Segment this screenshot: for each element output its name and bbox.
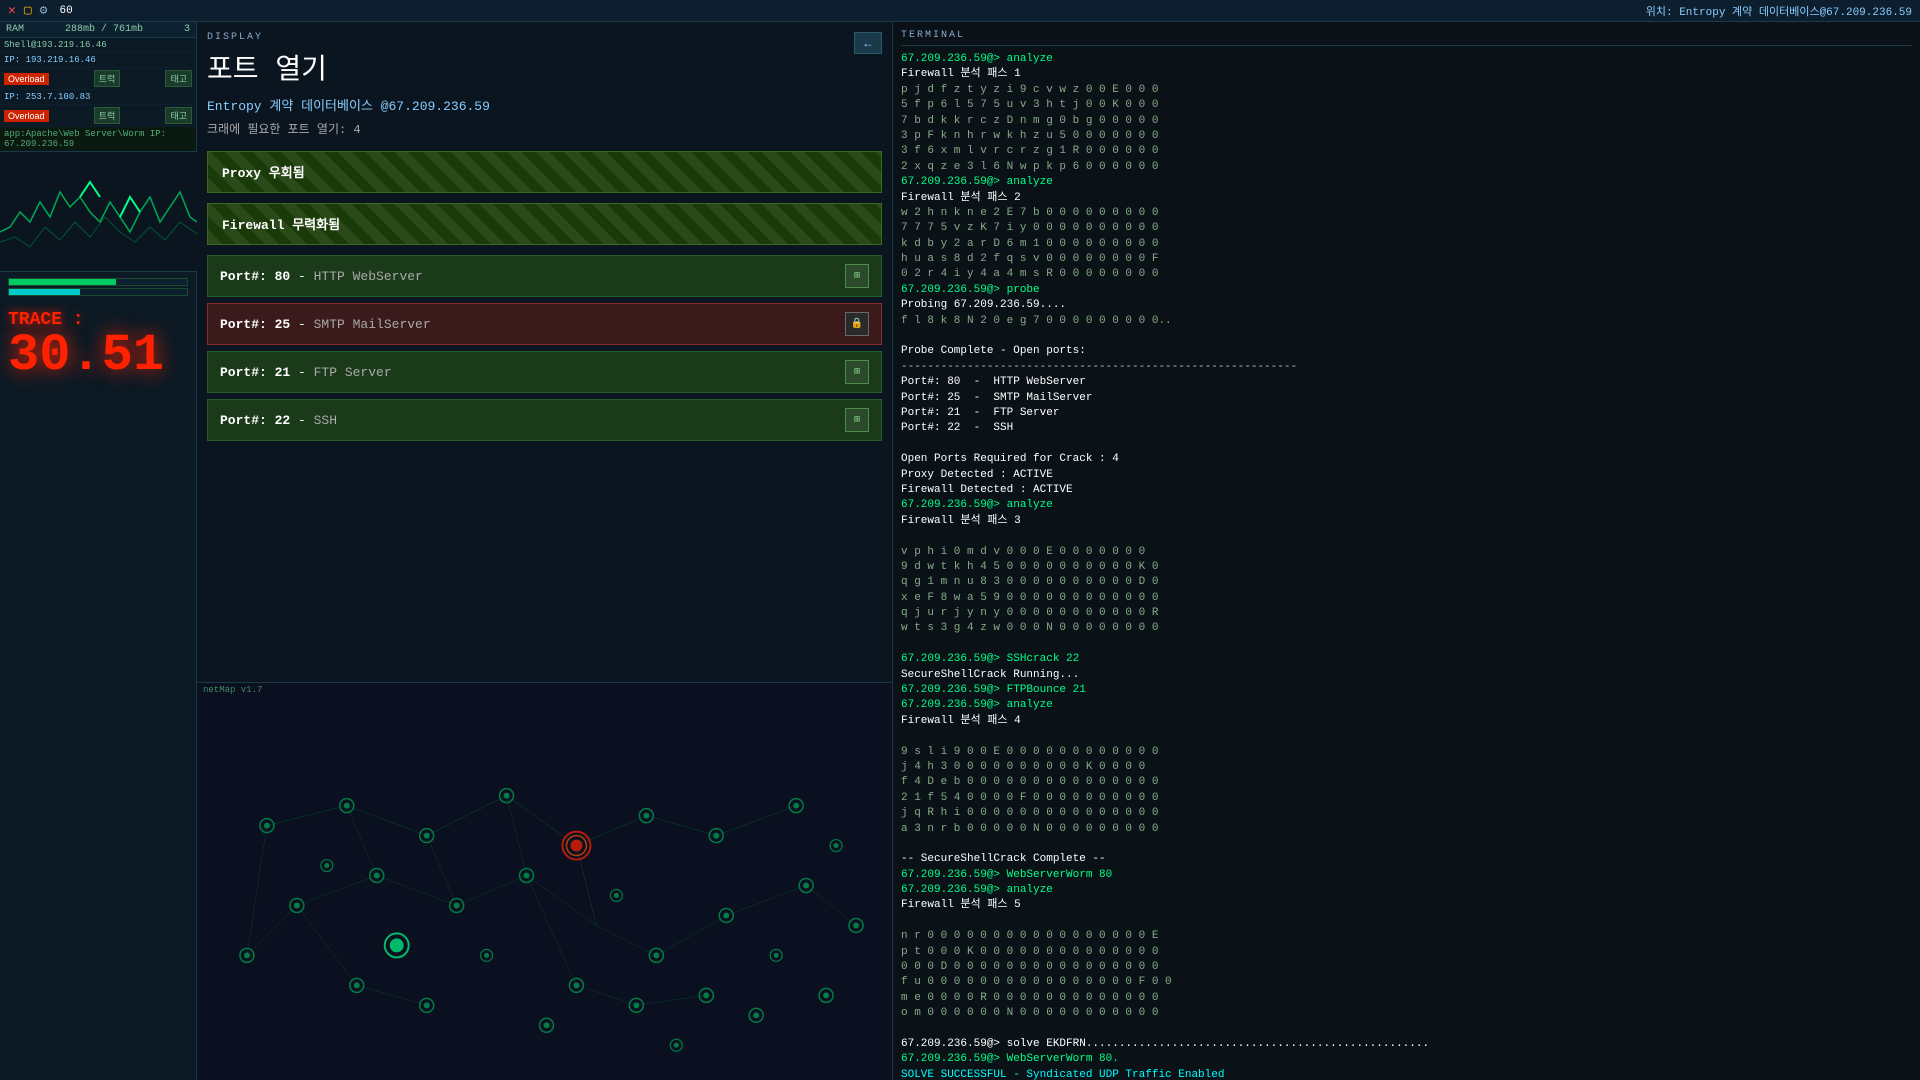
terminal-label: TERMINAL [901,30,1912,46]
port-item-21[interactable]: Port#: 21 - FTP Server ⊞ [207,351,882,393]
ram-used: 288mb / 761mb [65,24,143,35]
topbar-counter: 60 [59,5,72,17]
port-80-text: Port#: 80 - HTTP WebServer [220,269,423,284]
shell2-status-btn[interactable]: 태고 [165,107,192,124]
topbar-left: ✕ ▢ ⚙ 60 [8,3,73,18]
display-label: DISPLAY [207,32,882,43]
shell1-terminal-btn[interactable]: 트럭 [94,70,121,87]
port-item-80[interactable]: Port#: 80 - HTTP WebServer ⊞ [207,255,882,297]
shell1-buttons: Overload 트럭 태고 [0,68,196,90]
progress-fill-2 [9,289,80,295]
shell1-overload-btn[interactable]: Overload [4,73,49,85]
app-info: app:Apache\Web Server\Worm IP: 67.209.23… [0,127,196,152]
progress-bar-1 [8,278,188,286]
terminal-output: 67.209.236.59@> analyze Firewall 분석 패스 1… [901,52,1912,1080]
port-21-icon: ⊞ [845,360,869,384]
minimize-icon[interactable]: ▢ [24,3,32,18]
trace-value: 30.51 [8,330,188,382]
ram-num: 3 [184,24,190,35]
collapse-button[interactable]: ← [854,32,882,54]
shell1-ip: Shell@193.219.16.46 [4,40,107,50]
waveform-svg [0,152,197,272]
topbar-location: 위치: Entropy 계약 데이터베이스@67.209.236.59 [1646,3,1912,19]
crack-info: 크래에 필요한 포트 열기: 4 [207,120,882,137]
port-21-text: Port#: 21 - FTP Server [220,365,392,380]
shell2-buttons: Overload 트럭 태고 [0,105,196,127]
shell1-row: Shell@193.219.16.46 [0,38,196,53]
netmap-svg [197,697,892,1074]
ram-display: RAM 288mb / 761mb 3 [0,22,196,38]
firewall-label: Firewall 무력화됨 [222,218,340,233]
main-layout: RAM 288mb / 761mb 3 Shell@193.219.16.46 … [0,22,1920,1080]
port-item-25[interactable]: Port#: 25 - SMTP MailServer 🔒 [207,303,882,345]
target-info: Entropy 계약 데이터베이스 @67.209.236.59 [207,95,882,114]
sidebar: RAM 288mb / 761mb 3 Shell@193.219.16.46 … [0,22,197,1080]
shell2-ip: IP: 253.7.100.83 [4,92,90,102]
port-title: 포트 열기 [207,47,882,87]
shell1-ip-row: IP: 193.219.16.46 [0,53,196,68]
netmap-section: netMap v1.7 [197,682,892,1080]
port-80-icon: ⊞ [845,264,869,288]
port-25-text: Port#: 25 - SMTP MailServer [220,317,431,332]
netmap-canvas [197,697,892,1074]
shell1-status-btn[interactable]: 태고 [165,70,192,87]
trace-container: TRACE : 30.51 [0,302,196,1080]
topbar: ✕ ▢ ⚙ 60 위치: Entropy 계약 데이터베이스@67.209.23… [0,0,1920,22]
shell2-terminal-btn[interactable]: 트럭 [94,107,121,124]
shell1-ip2: IP: 193.219.16.46 [4,55,96,65]
terminal-panel: TERMINAL 67.209.236.59@> analyze Firewal… [893,22,1920,1080]
shell2-overload-btn[interactable]: Overload [4,110,49,122]
progress-bar-2 [8,288,188,296]
port-22-icon: ⊞ [845,408,869,432]
waveform-graph [0,152,197,272]
progress-fill-1 [9,279,116,285]
port-25-icon: 🔒 [845,312,869,336]
ram-label: RAM [6,24,24,35]
firewall-section: Firewall 무력화됨 [207,203,882,245]
proxy-label: Proxy 우회됨 [222,166,305,181]
port-22-text: Port#: 22 - SSH [220,413,337,428]
display-section: DISPLAY 포트 열기 Entropy 계약 데이터베이스 @67.209.… [197,22,892,682]
shell2-ip-row: IP: 253.7.100.83 [0,90,196,105]
port-list: Port#: 80 - HTTP WebServer ⊞ Port#: 25 -… [207,255,882,441]
port-item-22[interactable]: Port#: 22 - SSH ⊞ [207,399,882,441]
progress-bars [0,272,196,302]
netmap-label: netMap v1.7 [197,683,892,697]
proxy-section: Proxy 우회됨 [207,151,882,193]
close-icon[interactable]: ✕ [8,3,16,18]
center-panel: DISPLAY 포트 열기 Entropy 계약 데이터베이스 @67.209.… [197,22,893,1080]
trace-display: TRACE : 30.51 [0,302,196,386]
gear-icon[interactable]: ⚙ [40,3,48,18]
